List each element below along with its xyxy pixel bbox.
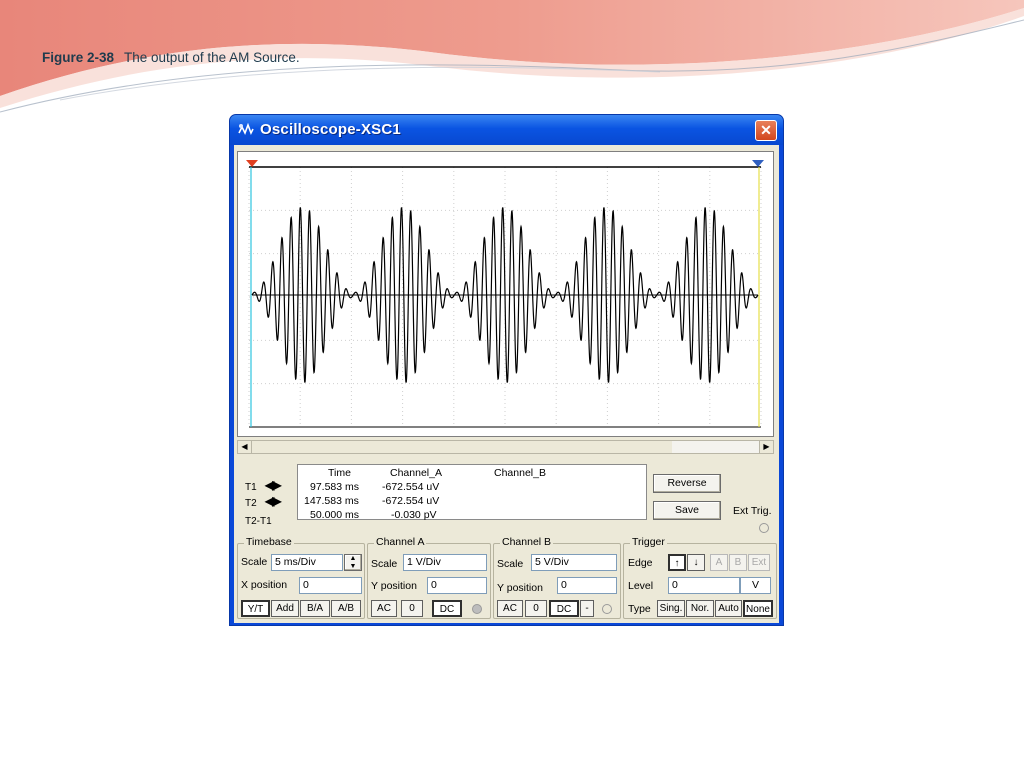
t2-channel-a-value: -672.554 uV [382, 495, 440, 507]
t1-channel-a-value: -672.554 uV [382, 481, 440, 493]
channel-b-group: Channel B Scale 5 V/Div Y position 0 AC … [493, 536, 621, 619]
timebase-group: Timebase Scale 5 ms/Div ▲ ▼ X position 0 … [237, 536, 365, 619]
cursor-2-marker-icon [752, 160, 764, 167]
channel-a-title: Channel A [374, 536, 427, 548]
cursor-1-marker-icon [246, 160, 258, 167]
ext-trig-label: Ext Trig. [733, 505, 772, 517]
close-icon: ✕ [760, 122, 772, 138]
channel-a-y-position-label: Y position [371, 580, 417, 592]
mode-add-button[interactable]: Add [271, 600, 299, 617]
trigger-group: Trigger Edge ↑ ↓ A B Ext Level 0 V Type … [623, 536, 777, 619]
window-title: Oscilloscope-XSC1 [260, 121, 401, 138]
figure-caption: Figure 2-38 The output of the AM Source. [42, 50, 300, 65]
waveform-display[interactable] [238, 152, 773, 436]
close-button[interactable]: ✕ [755, 120, 777, 141]
type-label: Type [628, 603, 651, 615]
level-label: Level [628, 580, 654, 592]
channel-b-zero-button[interactable]: 0 [525, 600, 547, 617]
scroll-right-arrow-icon[interactable]: ▶ [759, 441, 773, 453]
trigger-level-field[interactable]: 0 [668, 577, 740, 594]
trigger-source-a-button[interactable]: A [710, 554, 728, 571]
channel-a-group: Channel A Scale 1 V/Div Y position 0 AC … [367, 536, 491, 619]
trigger-source-ext-button[interactable]: Ext [748, 554, 770, 571]
channel-a-ac-button[interactable]: AC [371, 600, 397, 617]
oscilloscope-screen [237, 151, 774, 437]
t1-label: T1 [245, 482, 257, 493]
x-position-field[interactable]: 0 [299, 577, 362, 594]
save-button[interactable]: Save [653, 501, 721, 520]
edge-label: Edge [628, 557, 653, 569]
timebase-scale-spinner-icon[interactable]: ▲ ▼ [344, 554, 362, 571]
reverse-button[interactable]: Reverse [653, 474, 721, 493]
title-bar[interactable]: Oscilloscope-XSC1 ✕ [230, 115, 783, 145]
trigger-type-normal-button[interactable]: Nor. [686, 600, 714, 617]
channel-a-dc-button[interactable]: DC [432, 600, 462, 617]
timebase-scale-label: Scale [241, 556, 268, 568]
t1-time-value: 97.583 ms [310, 481, 360, 493]
channel-b-input-terminal[interactable] [602, 604, 612, 614]
t2-time-value: 147.583 ms [304, 495, 359, 507]
channel-b-header: Channel_B [494, 467, 546, 479]
falling-edge-icon[interactable]: ↓ [687, 554, 705, 571]
t2-move-arrows-icon[interactable]: ◀▶ [265, 494, 282, 508]
channel-b-y-position-label: Y position [497, 582, 543, 594]
mode-ba-button[interactable]: B/A [300, 600, 330, 617]
figure-caption-text: The output of the AM Source. [124, 50, 300, 65]
trigger-type-none-button[interactable]: None [743, 600, 773, 617]
channel-b-scale-field[interactable]: 5 V/Div [531, 554, 617, 571]
channel-b-y-position-field[interactable]: 0 [557, 577, 617, 594]
mode-yt-button[interactable]: Y/T [241, 600, 270, 617]
rising-edge-icon[interactable]: ↑ [668, 554, 686, 571]
oscilloscope-window: Oscilloscope-XSC1 ✕ ◀ ▶ T1 ◀▶ T2 ◀▶ T2-T… [229, 114, 784, 626]
scrollbar-thumb[interactable] [252, 441, 672, 453]
mode-ab-button[interactable]: A/B [331, 600, 361, 617]
channel-a-scale-label: Scale [371, 558, 398, 570]
ext-trig-terminal[interactable] [759, 523, 769, 533]
channel-a-header: Channel_A [390, 467, 442, 479]
timebase-title: Timebase [244, 536, 294, 548]
trigger-level-unit[interactable]: V [740, 577, 771, 594]
channel-a-scale-field[interactable]: 1 V/Div [403, 554, 487, 571]
channel-b-ac-button[interactable]: AC [497, 600, 523, 617]
trigger-title: Trigger [630, 536, 667, 548]
trigger-source-b-button[interactable]: B [729, 554, 747, 571]
t2-label: T2 [245, 498, 257, 509]
horizontal-scrollbar[interactable]: ◀ ▶ [237, 440, 774, 454]
trigger-type-auto-button[interactable]: Auto [715, 600, 742, 617]
channel-a-input-terminal[interactable] [472, 604, 482, 614]
t2-t1-time-value: 50.000 ms [310, 509, 360, 521]
oscilloscope-app-icon [238, 122, 254, 135]
x-position-label: X position [241, 579, 288, 591]
channel-a-zero-button[interactable]: 0 [401, 600, 423, 617]
channel-b-invert-button[interactable]: - [580, 600, 594, 617]
cursor-readout-panel: T1 ◀▶ T2 ◀▶ T2-T1 Time Channel_A Channel… [237, 460, 777, 538]
measurement-table: Time Channel_A Channel_B 97.583 ms -672.… [297, 464, 647, 521]
figure-number: Figure 2-38 [42, 50, 115, 65]
channel-b-scale-label: Scale [497, 558, 524, 570]
window-client-area: ◀ ▶ T1 ◀▶ T2 ◀▶ T2-T1 Time Channel_A Cha… [234, 145, 779, 623]
channel-a-y-position-field[interactable]: 0 [427, 577, 487, 594]
scroll-left-arrow-icon[interactable]: ◀ [238, 441, 252, 453]
time-header: Time [328, 467, 351, 479]
t1-move-arrows-icon[interactable]: ◀▶ [265, 478, 282, 492]
trigger-type-single-button[interactable]: Sing. [657, 600, 685, 617]
channel-b-dc-button[interactable]: DC [549, 600, 579, 617]
timebase-scale-field[interactable]: 5 ms/Div [271, 554, 343, 571]
t2-t1-channel-a-value: -0.030 pV [391, 509, 437, 521]
channel-b-title: Channel B [500, 536, 554, 548]
t2-t1-label: T2-T1 [245, 516, 272, 527]
